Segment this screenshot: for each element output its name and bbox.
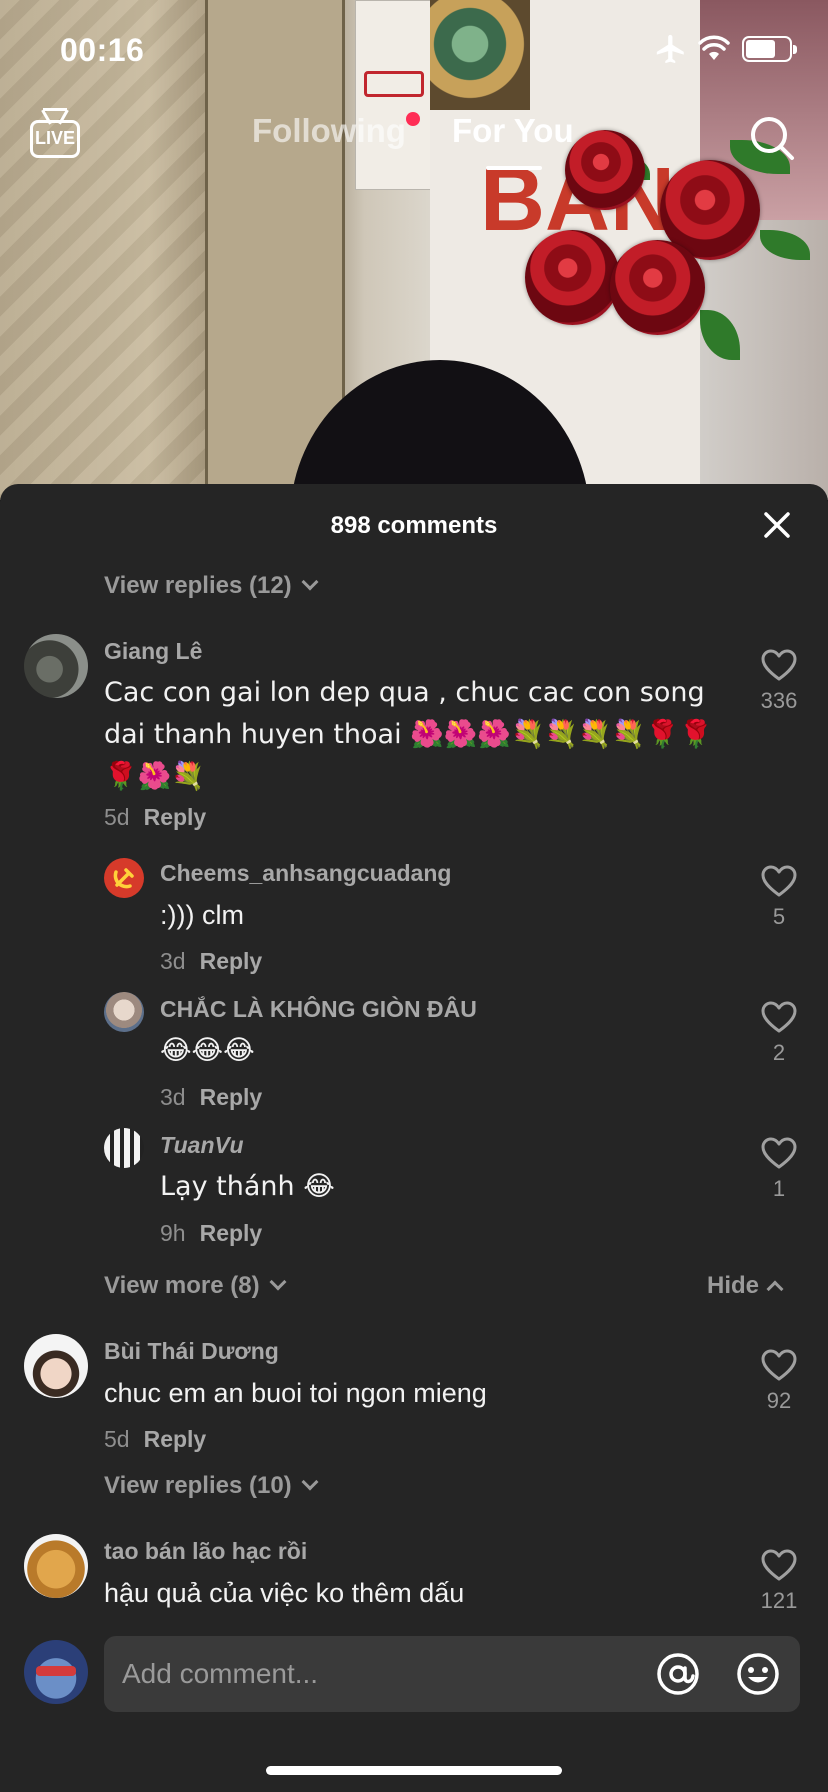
chevron-down-icon — [301, 1473, 319, 1491]
tab-for-you-label: For You — [452, 112, 574, 149]
view-replies-button[interactable]: View replies (10) — [104, 1472, 319, 1500]
chevron-down-icon — [269, 1273, 287, 1291]
reply-button[interactable]: Reply — [200, 948, 263, 974]
reply-username[interactable]: TuanVu — [160, 1132, 244, 1159]
current-user-avatar[interactable] — [24, 1640, 88, 1704]
heart-icon — [761, 1549, 797, 1581]
comment-meta: 5d Reply — [104, 804, 206, 831]
reply-button[interactable]: Reply — [200, 1084, 263, 1110]
avatar[interactable] — [104, 858, 144, 898]
like-button[interactable]: 92 — [749, 1348, 809, 1414]
like-count: 1 — [772, 1176, 786, 1201]
avatar[interactable] — [104, 1128, 144, 1168]
comment-meta: 5d Reply — [104, 1426, 206, 1453]
comment-username[interactable]: tao bán lão hạc rồi — [104, 1538, 307, 1565]
comment-age: 5d — [104, 1426, 130, 1452]
active-tab-indicator — [486, 166, 542, 170]
reply-meta: 9h Reply — [160, 1220, 262, 1247]
emoji-icon[interactable] — [736, 1652, 780, 1696]
like-button[interactable]: 5 — [749, 864, 809, 930]
comment-input-bar: Add comment... — [0, 1620, 828, 1792]
at-mention-icon[interactable] — [656, 1652, 700, 1696]
heart-icon — [761, 1137, 797, 1169]
comment-username[interactable]: Giang Lê — [104, 638, 202, 665]
heart-icon — [761, 865, 797, 897]
heart-icon — [761, 1001, 797, 1033]
reply-meta: 3d Reply — [160, 948, 262, 975]
comments-sheet: 898 comments View replies (12) Giang Lê … — [0, 484, 828, 1792]
comments-count-title: 898 comments — [330, 512, 498, 539]
reply-age: 3d — [160, 1084, 186, 1110]
reply-button[interactable]: Reply — [144, 804, 207, 830]
view-replies-label: View replies (12) — [104, 572, 292, 599]
view-more-label: View more (8) — [104, 1272, 260, 1299]
tab-for-you[interactable]: For You — [452, 112, 574, 150]
like-count: 5 — [772, 904, 786, 929]
wifi-icon — [698, 35, 730, 60]
like-button[interactable]: 336 — [749, 648, 809, 714]
reply-username[interactable]: Cheems_anhsangcuadang — [160, 860, 451, 887]
reply-age: 3d — [160, 948, 186, 974]
chevron-up-icon — [766, 1280, 784, 1298]
close-icon[interactable] — [760, 508, 794, 542]
chevron-down-icon — [301, 573, 319, 591]
like-button[interactable]: 1 — [749, 1136, 809, 1202]
hammer-sickle-icon — [113, 868, 134, 889]
avatar[interactable] — [24, 1334, 88, 1398]
home-indicator — [266, 1766, 562, 1775]
tab-following-label: Following — [252, 112, 406, 149]
like-count: 2 — [772, 1040, 786, 1065]
status-time: 00:16 — [60, 32, 145, 68]
like-count: 92 — [766, 1388, 792, 1413]
add-comment-input[interactable]: Add comment... — [104, 1636, 800, 1712]
avatar[interactable] — [104, 992, 144, 1032]
comment-text: chuc em an buoi toi ngon mieng — [104, 1378, 487, 1408]
like-count: 121 — [760, 1588, 798, 1613]
airplane-icon — [656, 34, 684, 64]
add-comment-placeholder: Add comment... — [122, 1658, 319, 1689]
hide-replies-button[interactable]: Hide — [707, 1272, 784, 1300]
view-replies-button[interactable]: View replies (12) — [104, 572, 319, 600]
heart-icon — [761, 1349, 797, 1381]
comment-username[interactable]: Bùi Thái Dương — [104, 1338, 279, 1365]
search-icon[interactable] — [748, 114, 796, 162]
notification-dot — [405, 112, 420, 126]
live-label: LIVE — [34, 128, 75, 148]
avatar[interactable] — [24, 1534, 88, 1598]
hide-label: Hide — [707, 1272, 760, 1299]
reply-text: Lạy thánh 😂 — [160, 1171, 335, 1202]
reply-text: 😂😂😂 — [160, 1035, 255, 1066]
reply-text: :))) clm — [160, 900, 244, 930]
heart-icon — [761, 649, 797, 681]
view-replies-label: View replies (10) — [104, 1472, 292, 1499]
live-button[interactable]: LIVE — [30, 108, 80, 160]
reply-meta: 3d Reply — [160, 1084, 262, 1111]
comment-text: hậu quả của việc ko thêm dấu — [104, 1578, 465, 1608]
like-count: 336 — [760, 688, 798, 713]
battery-icon — [742, 36, 797, 62]
reply-age: 9h — [160, 1220, 186, 1246]
status-bar: 00:16 — [0, 0, 828, 100]
reply-button[interactable]: Reply — [144, 1426, 207, 1452]
avatar[interactable] — [24, 634, 88, 698]
like-button[interactable]: 2 — [749, 1000, 809, 1066]
reply-username[interactable]: CHẮC LÀ KHÔNG GIÒN ĐÂU — [160, 996, 477, 1023]
comment-age: 5d — [104, 804, 130, 830]
like-button[interactable]: 121 — [749, 1548, 809, 1614]
comment-text: Cac con gai lon dep qua , chuc cac con s… — [104, 677, 713, 792]
view-more-button[interactable]: View more (8) — [104, 1272, 287, 1300]
tab-following[interactable]: Following — [252, 112, 420, 150]
reply-button[interactable]: Reply — [200, 1220, 263, 1246]
